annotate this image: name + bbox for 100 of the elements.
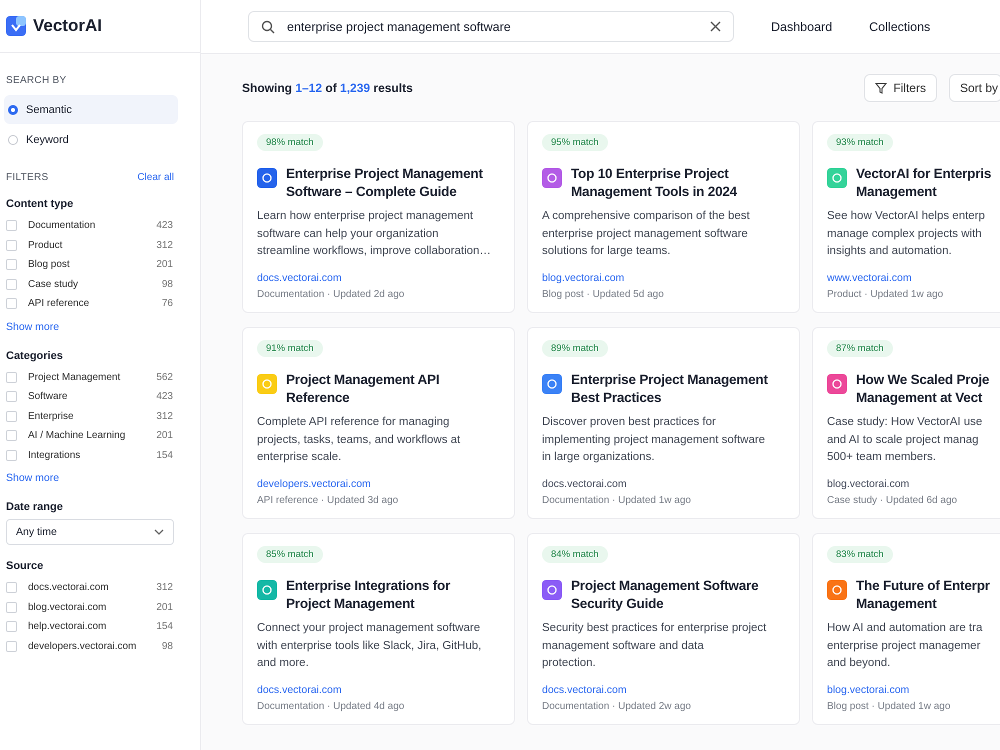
filter-label[interactable]: Project Management: [28, 372, 156, 383]
result-card[interactable]: [527, 327, 800, 519]
sort-button[interactable]: Sort by: [948, 74, 1000, 102]
result-title[interactable]: Top 10 Enterprise Project Management Tools in 2024: [571, 165, 737, 200]
source-link[interactable]: developers.vectorai.com: [257, 478, 371, 490]
source-link[interactable]: blog.vectorai.com: [827, 684, 910, 696]
checkbox[interactable]: [6, 602, 17, 613]
checkbox[interactable]: [6, 278, 17, 290]
show-more-link[interactable]: Show more: [6, 320, 60, 332]
result-description: Complete API reference for managing projects, tasks, teams, and workflows at enterprise scale.: [257, 415, 460, 465]
show-more-link[interactable]: Show more: [6, 472, 60, 484]
result-title[interactable]: Enterprise Integrations for Project Management: [286, 577, 450, 612]
filter-count: 154: [156, 450, 173, 461]
filter-label[interactable]: API reference: [28, 298, 162, 310]
filter-label[interactable]: Integrations: [28, 450, 156, 461]
search-mode-option[interactable]: Semantic: [4, 95, 178, 124]
filter-count: 423: [156, 391, 173, 402]
checkbox[interactable]: [6, 391, 17, 402]
search-mode-option[interactable]: Keyword: [4, 125, 178, 154]
filter-count: 312: [156, 240, 173, 251]
filter-count: 76: [162, 298, 173, 310]
result-description: A comprehensive comparison of the best enterprise project management software solutions for large teams.: [542, 209, 750, 259]
filter-label[interactable]: blog.vectorai.com: [28, 602, 156, 613]
filter-count: 312: [156, 410, 173, 422]
result-card[interactable]: 91% match Project Management API Reference Complete API reference for managing projects, tasks, teams, and workflows at enterprise scale. developers.vectorai.com API reference · Updated 3d ago: [242, 327, 515, 519]
result-card[interactable]: 83% match The Future of Enterpr Management How AI and automation are tra enterprise project managemer and beyond. blog.vectorai.com Blog post · Updated 1w ago: [812, 533, 1000, 725]
result-meta: Documentation · Updated 2d ago: [257, 289, 404, 300]
result-card[interactable]: [242, 533, 515, 725]
checkbox[interactable]: [6, 220, 17, 232]
checkbox[interactable]: [6, 640, 17, 652]
checkbox[interactable]: [6, 410, 17, 422]
filter-label[interactable]: Enterprise: [28, 410, 156, 422]
filter-count: 98: [162, 640, 173, 652]
logo-icon: [6, 16, 26, 36]
filter-label[interactable]: Product: [28, 240, 156, 251]
match-badge: 84% match: [542, 546, 608, 563]
filter-count: 201: [156, 259, 173, 270]
filter-label[interactable]: Software: [28, 391, 156, 402]
checkbox[interactable]: [6, 430, 17, 442]
source-link[interactable]: docs.vectorai.com: [542, 684, 627, 696]
result-title[interactable]: How We Scaled Proje Management at Vect: [856, 371, 990, 406]
result-card[interactable]: [527, 121, 800, 313]
filter-label[interactable]: docs.vectorai.com: [28, 582, 156, 594]
filter-group-title: Source: [6, 560, 44, 572]
result-description: Connect your project management software with enterprise tools like Slack, Jira, GitHub, and more.: [257, 621, 482, 671]
result-card[interactable]: 84% match Project Management Software Security Guide Security best practices for enterprise project management software and data protection. docs.vectorai.com Documentation · Updated 2w ago: [527, 533, 800, 725]
checkbox[interactable]: [6, 621, 17, 632]
result-title[interactable]: Project Management API Reference: [286, 371, 440, 406]
match-badge: 95% match: [542, 134, 608, 151]
result-meta: Documentation · Updated 2w ago: [542, 701, 691, 712]
checkbox[interactable]: [6, 582, 17, 594]
result-card[interactable]: [242, 121, 515, 313]
filters-button[interactable]: Filters: [864, 74, 937, 102]
result-card[interactable]: 93% match VectorAI for Enterpris Management See how VectorAI helps enterp manage complex projects with insights and automation. www.vectorai.com Product · Updated 1w ago: [812, 121, 1000, 313]
filter-count: 98: [162, 278, 173, 290]
result-title[interactable]: Project Management Software Security Guide: [571, 577, 758, 612]
section-heading: FILTERS: [6, 172, 48, 183]
result-meta: Documentation · Updated 1w ago: [542, 495, 691, 506]
checkbox[interactable]: [6, 240, 17, 251]
close-icon[interactable]: [710, 21, 721, 32]
result-meta: API reference · Updated 3d ago: [257, 495, 398, 506]
source-link[interactable]: blog.vectorai.com: [827, 478, 910, 490]
filter-icon: [875, 82, 888, 94]
filter-group-title: Content type: [6, 198, 74, 210]
filter-count: 201: [156, 602, 173, 613]
filter-label[interactable]: help.vectorai.com: [28, 621, 156, 632]
result-card[interactable]: 87% match How We Scaled Proje Management at Vect Case study: How VectorAI use and AI to scale project manag 500+ team members. blog.vectorai.com Case study · Updated 6d ago: [812, 327, 1000, 519]
result-description: Discover proven best practices for implementing project management software in large organizations.: [542, 415, 766, 465]
filter-label[interactable]: Documentation: [28, 220, 156, 232]
section-heading: SEARCH BY: [6, 75, 68, 86]
checkbox[interactable]: [6, 450, 17, 461]
source-link[interactable]: docs.vectorai.com: [257, 272, 342, 284]
checkbox[interactable]: [6, 298, 17, 310]
result-description: See how VectorAI helps enterp manage complex projects with insights and automation.: [827, 209, 985, 259]
result-title[interactable]: Enterprise Project Management Software – Complete Guide: [286, 165, 483, 200]
date-range-select[interactable]: Any time: [6, 519, 174, 545]
filter-count: 201: [156, 430, 173, 442]
nav-link[interactable]: Dashboard: [771, 20, 832, 34]
clear-all-link[interactable]: Clear all: [137, 172, 174, 183]
source-link[interactable]: www.vectorai.com: [827, 272, 912, 284]
filter-count: 154: [156, 621, 173, 632]
search-icon: [261, 20, 275, 34]
search-field[interactable]: enterprise project management software: [248, 11, 734, 42]
nav-link[interactable]: Collections: [869, 20, 930, 34]
checkbox[interactable]: [6, 372, 17, 383]
source-link[interactable]: docs.vectorai.com: [542, 478, 627, 490]
checkbox[interactable]: [6, 259, 17, 270]
brand-name: VectorAI: [33, 16, 102, 36]
result-description: Learn how enterprise project management software can help your organization streamline workflows, improve collaboration…: [257, 209, 491, 259]
result-title[interactable]: Enterprise Project Management Best Practices: [571, 371, 768, 406]
result-meta: Product · Updated 1w ago: [827, 289, 944, 300]
match-badge: 98% match: [257, 134, 323, 151]
source-link[interactable]: blog.vectorai.com: [542, 272, 624, 284]
source-link[interactable]: docs.vectorai.com: [257, 684, 342, 696]
filter-label[interactable]: developers.vectorai.com: [28, 640, 162, 652]
result-title[interactable]: VectorAI for Enterpris Management: [856, 165, 992, 200]
filter-label[interactable]: AI / Machine Learning: [28, 430, 156, 442]
filter-label[interactable]: Case study: [28, 278, 162, 290]
filter-label[interactable]: Blog post: [28, 259, 156, 270]
result-title[interactable]: The Future of Enterpr Management: [856, 577, 990, 612]
